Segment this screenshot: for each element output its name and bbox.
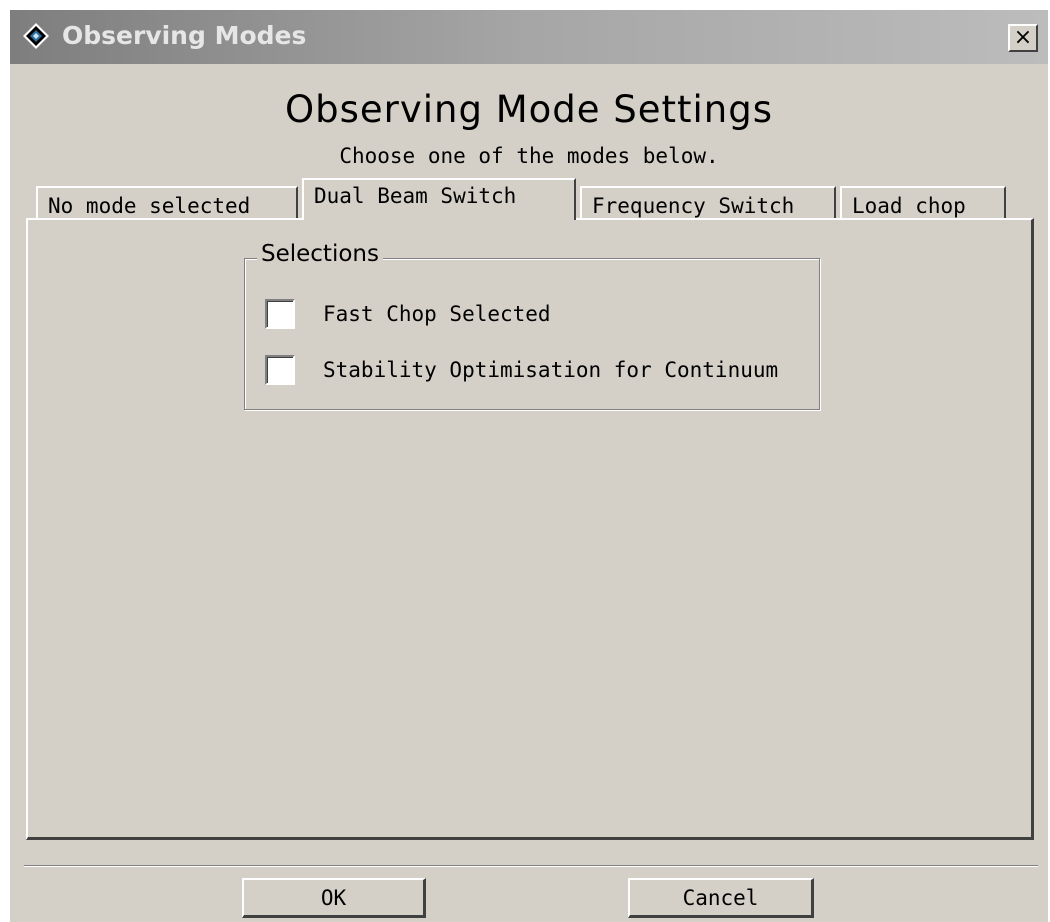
ok-button-label: OK bbox=[320, 885, 347, 910]
tab-label: Load chop bbox=[852, 194, 966, 218]
cancel-button[interactable]: Cancel bbox=[628, 878, 814, 918]
tab-no-mode-selected[interactable]: No mode selected bbox=[36, 186, 298, 220]
selections-groupbox: Selections Fast Chop Selected Stability … bbox=[244, 241, 820, 410]
page-heading: Observing Mode Settings bbox=[284, 88, 774, 131]
ok-button[interactable]: OK bbox=[242, 878, 426, 918]
fast-chop-checkbox[interactable] bbox=[265, 299, 295, 329]
stability-optimisation-checkbox[interactable] bbox=[265, 355, 295, 385]
tab-label: No mode selected bbox=[48, 194, 251, 218]
fast-chop-option[interactable]: Fast Chop Selected bbox=[265, 299, 551, 329]
observing-modes-window: Observing Modes × Observing Mode Setting… bbox=[10, 10, 1048, 922]
selections-legend: Selections bbox=[257, 241, 383, 267]
diamond-app-icon[interactable] bbox=[22, 22, 50, 50]
tab-dual-beam-switch[interactable]: Dual Beam Switch bbox=[302, 178, 576, 220]
tab-label: Frequency Switch bbox=[592, 194, 795, 218]
close-button[interactable]: × bbox=[1008, 24, 1038, 52]
close-icon: × bbox=[1013, 25, 1033, 50]
page-subheading: Choose one of the modes below. bbox=[339, 144, 719, 168]
window-title: Observing Modes bbox=[62, 21, 307, 50]
cancel-button-label: Cancel bbox=[682, 885, 759, 910]
fast-chop-label[interactable]: Fast Chop Selected bbox=[323, 302, 551, 326]
stability-optimisation-option[interactable]: Stability Optimisation for Continuum bbox=[265, 355, 778, 385]
tab-label: Dual Beam Switch bbox=[314, 184, 517, 208]
dual-beam-switch-panel: Selections Fast Chop Selected Stability … bbox=[26, 218, 1034, 840]
button-separator bbox=[24, 865, 1038, 867]
tab-load-chop[interactable]: Load chop bbox=[840, 186, 1006, 220]
stability-optimisation-label[interactable]: Stability Optimisation for Continuum bbox=[323, 358, 778, 382]
tab-frequency-switch[interactable]: Frequency Switch bbox=[580, 186, 836, 220]
title-bar[interactable]: Observing Modes × bbox=[10, 10, 1048, 64]
